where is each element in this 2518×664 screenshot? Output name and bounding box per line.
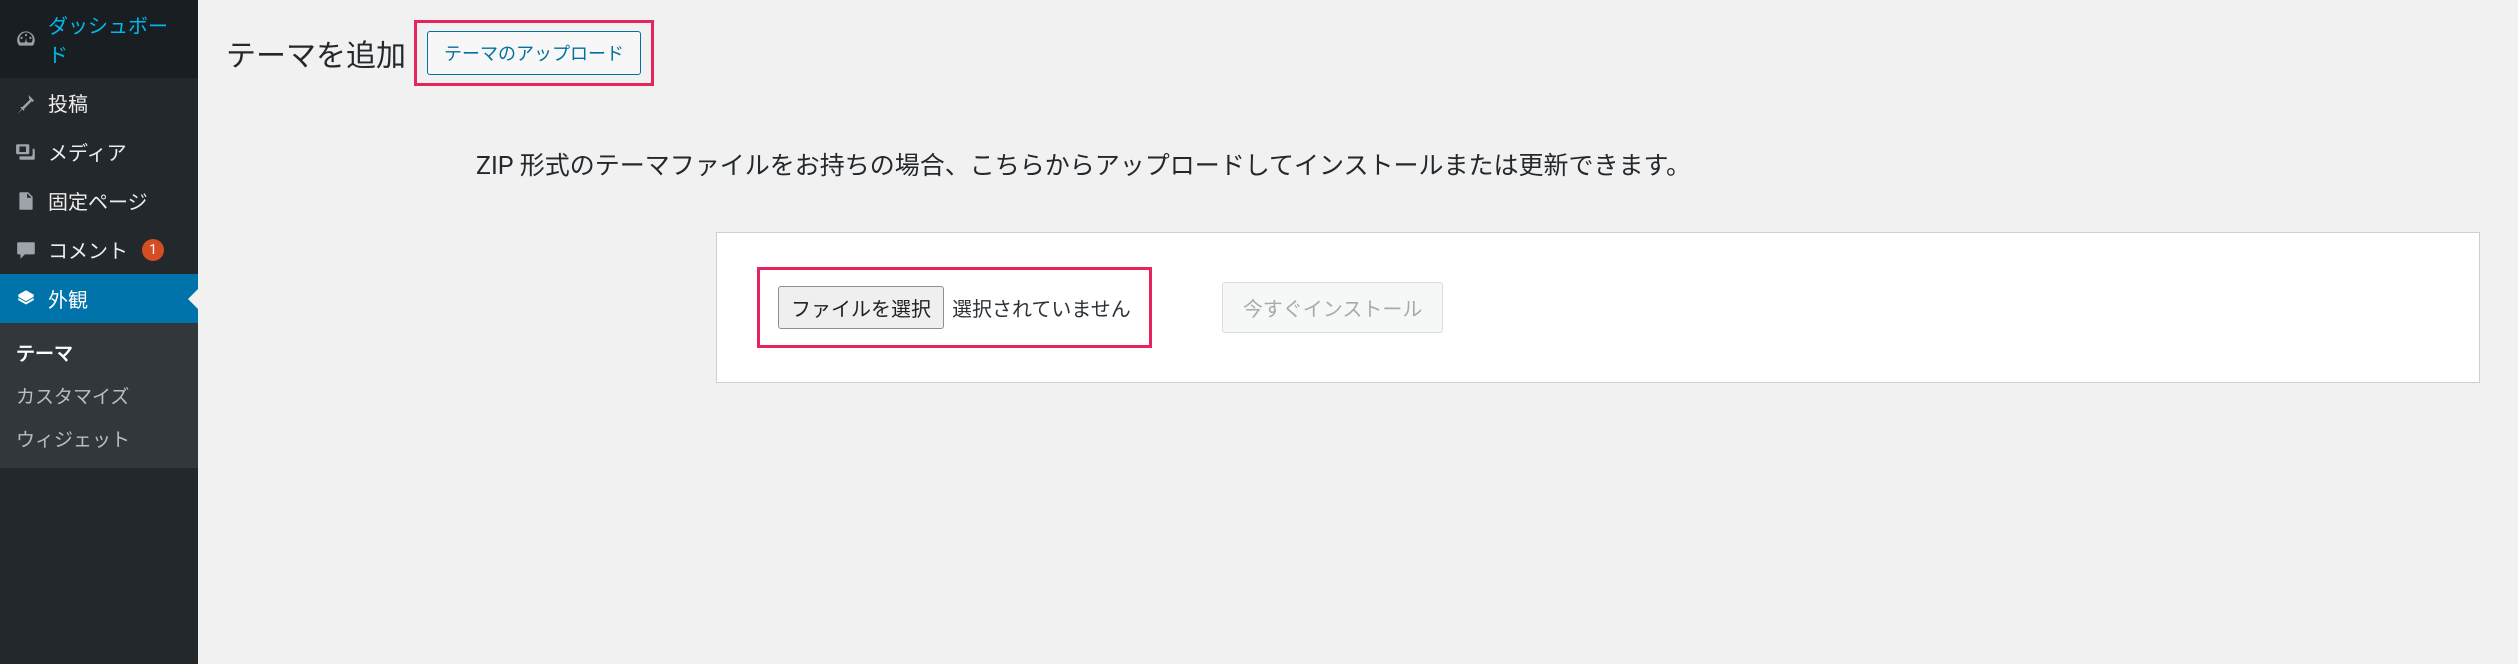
- sidebar-item-pages[interactable]: 固定ページ: [0, 176, 198, 225]
- upload-panel: ファイルを選択 選択されていません 今すぐインストール: [716, 232, 2480, 383]
- submenu-item-themes[interactable]: テーマ: [0, 331, 198, 374]
- submenu-item-customize[interactable]: カスタマイズ: [0, 374, 198, 417]
- sidebar-item-media[interactable]: メディア: [0, 127, 198, 176]
- sidebar-item-dashboard[interactable]: ダッシュボード: [0, 0, 198, 78]
- file-select-button[interactable]: ファイルを選択: [778, 286, 944, 329]
- upload-theme-button[interactable]: テーマのアップロード: [427, 31, 641, 75]
- pin-icon: [14, 91, 38, 115]
- dashboard-icon: [14, 27, 38, 51]
- sidebar-item-label: コメント: [48, 235, 128, 264]
- sidebar-item-posts[interactable]: 投稿: [0, 78, 198, 127]
- sidebar-item-label: ダッシュボード: [48, 10, 184, 68]
- main-content: テーマを追加 テーマのアップロード ZIP 形式のテーマファイルをお持ちの場合、…: [198, 0, 2518, 664]
- sidebar-item-label: 外観: [48, 284, 88, 313]
- comment-icon: [14, 238, 38, 262]
- install-now-button[interactable]: 今すぐインストール: [1222, 282, 1444, 333]
- media-icon: [14, 140, 38, 164]
- upload-button-highlight: テーマのアップロード: [414, 20, 654, 86]
- admin-sidebar: ダッシュボード 投稿 メディア 固定ページ コメント 1 外観 テーマ カスタマ…: [0, 0, 198, 664]
- page-header: テーマを追加 テーマのアップロード: [226, 20, 2490, 86]
- sidebar-item-comments[interactable]: コメント 1: [0, 225, 198, 274]
- appearance-icon: [14, 287, 38, 311]
- sidebar-item-label: 固定ページ: [48, 186, 148, 215]
- submenu-item-widgets[interactable]: ウィジェット: [0, 417, 198, 460]
- page-title: テーマを追加: [226, 31, 406, 75]
- sidebar-item-label: 投稿: [48, 88, 88, 117]
- appearance-submenu: テーマ カスタマイズ ウィジェット: [0, 323, 198, 468]
- page-icon: [14, 189, 38, 213]
- comment-count-badge: 1: [142, 239, 164, 261]
- sidebar-item-appearance[interactable]: 外観: [0, 274, 198, 323]
- sidebar-item-label: メディア: [48, 137, 127, 166]
- file-status-text: 選択されていません: [952, 293, 1131, 322]
- upload-description: ZIP 形式のテーマファイルをお持ちの場合、こちらからアップロードしてインストー…: [476, 146, 2490, 182]
- file-select-highlight: ファイルを選択 選択されていません: [757, 267, 1152, 348]
